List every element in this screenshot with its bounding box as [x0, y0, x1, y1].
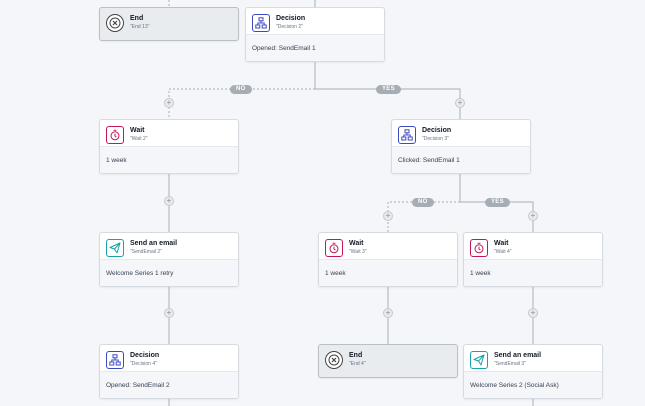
node-subtitle: "End 13" [130, 24, 150, 30]
stopwatch-icon [470, 239, 488, 257]
node-decision-2[interactable]: Decision "Decision 2" Opened: SendEmail … [245, 7, 385, 62]
node-detail: Clicked: SendEmail 1 [392, 146, 530, 173]
x-circle-icon [325, 351, 343, 369]
branch-no-pill[interactable]: NO [412, 197, 434, 207]
add-step-button[interactable]: + [528, 308, 538, 318]
node-wait-4[interactable]: Wait "Wait 4" 1 week [463, 232, 603, 287]
node-detail: 1 week [319, 259, 457, 286]
node-subtitle: "End 4" [349, 361, 366, 367]
flowchart-icon [252, 14, 270, 32]
node-wait-2[interactable]: Wait "Wait 2" 1 week [99, 119, 239, 174]
node-decision-4[interactable]: Decision "Decision 4" Opened: SendEmail … [99, 344, 239, 399]
add-step-button[interactable]: + [383, 308, 393, 318]
add-step-button[interactable]: + [164, 98, 174, 108]
node-subtitle: "Wait 2" [130, 136, 148, 142]
add-step-button[interactable]: + [164, 196, 174, 206]
node-subtitle: "Decision 4" [130, 361, 157, 367]
node-title: Decision [276, 15, 306, 22]
node-title: Decision [422, 127, 452, 134]
node-title: End [349, 352, 363, 359]
node-subtitle: "Decision 2" [276, 24, 303, 30]
flowchart-icon [106, 351, 124, 369]
node-detail: Welcome Series 2 (Social Ask) [464, 371, 602, 398]
node-detail: Opened: SendEmail 2 [100, 371, 238, 398]
branch-yes-pill[interactable]: YES [485, 197, 510, 207]
node-title: Wait [494, 240, 509, 247]
paper-plane-icon [106, 239, 124, 257]
node-wait-3[interactable]: Wait "Wait 3" 1 week [318, 232, 458, 287]
node-title: End [130, 15, 144, 22]
branch-no-pill[interactable]: NO [230, 84, 252, 94]
journey-canvas[interactable]: End "End 13" Decision "Decision 2" Opene… [0, 0, 645, 406]
paper-plane-icon [470, 351, 488, 369]
branch-yes-pill[interactable]: YES [376, 84, 401, 94]
node-title: Send an email [494, 352, 542, 359]
node-subtitle: "Decision 3" [422, 136, 449, 142]
node-send-email-2[interactable]: Send an email "SendEmail 2" Welcome Seri… [99, 232, 239, 287]
node-subtitle: "SendEmail 2" [130, 249, 162, 255]
node-detail: 1 week [100, 146, 238, 173]
node-detail: Welcome Series 1 retry [100, 259, 238, 286]
connector-decision2-yes [315, 88, 461, 119]
add-step-button[interactable]: + [164, 308, 174, 318]
node-subtitle: "Wait 3" [349, 249, 367, 255]
add-step-button[interactable]: + [383, 211, 393, 221]
node-title: Wait [130, 127, 145, 134]
stopwatch-icon [106, 126, 124, 144]
node-title: Decision [130, 352, 160, 359]
node-title: Send an email [130, 240, 178, 247]
x-circle-icon [106, 14, 124, 32]
node-decision-3[interactable]: Decision "Decision 3" Clicked: SendEmail… [391, 119, 531, 174]
add-step-button[interactable]: + [528, 211, 538, 221]
node-end-13[interactable]: End "End 13" [99, 7, 239, 41]
node-end-4[interactable]: End "End 4" [318, 344, 458, 378]
node-send-email-3[interactable]: Send an email "SendEmail 3" Welcome Seri… [463, 344, 603, 399]
flowchart-icon [398, 126, 416, 144]
node-detail: Opened: SendEmail 1 [246, 34, 384, 61]
node-detail: 1 week [464, 259, 602, 286]
add-step-button[interactable]: + [455, 98, 465, 108]
node-subtitle: "SendEmail 3" [494, 361, 526, 367]
connector-decision3-no [387, 201, 460, 232]
connector-decision3-yes [460, 201, 534, 232]
node-subtitle: "Wait 4" [494, 249, 512, 255]
node-title: Wait [349, 240, 364, 247]
stopwatch-icon [325, 239, 343, 257]
